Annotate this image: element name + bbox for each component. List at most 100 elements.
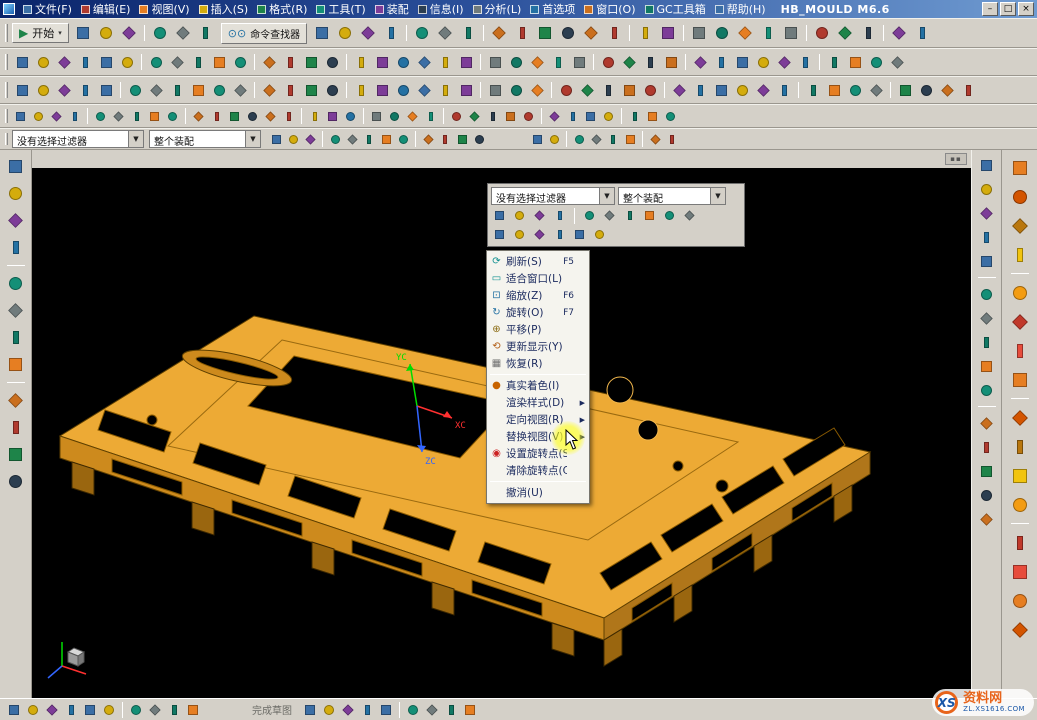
toolbar-icon[interactable] — [280, 52, 300, 72]
toolbar-icon[interactable] — [619, 52, 639, 72]
floating-filter-dropdown[interactable]: 没有选择过滤器 ▼ — [491, 187, 615, 205]
toolbar-icon[interactable] — [54, 52, 74, 72]
toolbar-icon[interactable] — [1007, 559, 1032, 584]
toolbar-icon[interactable] — [358, 701, 376, 719]
toolbar-icon[interactable] — [546, 131, 562, 147]
toolbar-icon[interactable] — [414, 52, 434, 72]
toolbar-icon[interactable] — [437, 131, 453, 147]
toolbar-icon[interactable] — [435, 80, 455, 100]
toolbar-icon[interactable] — [531, 226, 548, 243]
toolbar-icon[interactable] — [372, 80, 392, 100]
toolbar-icon[interactable] — [711, 80, 731, 100]
toolbar-icon[interactable] — [54, 80, 74, 100]
toolbar-icon[interactable] — [977, 380, 997, 400]
toolbar-icon[interactable] — [327, 131, 343, 147]
toolbar-icon[interactable] — [834, 22, 856, 44]
toolbar-grip[interactable] — [5, 82, 8, 99]
toolbar-icon[interactable] — [30, 108, 47, 125]
toolbar-icon[interactable] — [780, 22, 802, 44]
toolbar-icon[interactable] — [548, 52, 568, 72]
toolbar-icon[interactable] — [4, 299, 27, 322]
toolbar-icon[interactable] — [491, 226, 508, 243]
toolbar-icon[interactable] — [845, 80, 865, 100]
selection-scope-dropdown[interactable]: 整个装配 ▼ — [149, 130, 261, 148]
menu-item-zoom[interactable]: ⊡缩放(Z)F6 — [487, 287, 589, 304]
chevron-down-icon[interactable]: ▼ — [710, 188, 725, 204]
toolbar-icon[interactable] — [280, 108, 297, 125]
close-button[interactable]: × — [1018, 2, 1034, 16]
toolbar-icon[interactable] — [117, 52, 137, 72]
toolbar-icon[interactable] — [423, 701, 441, 719]
toolbar-icon[interactable] — [127, 701, 145, 719]
toolbar-icon[interactable] — [661, 207, 678, 224]
toolbar-icon[interactable] — [866, 80, 886, 100]
start-button[interactable]: ▶ 开始 ▾ — [12, 23, 69, 43]
toolbar-icon[interactable] — [1007, 155, 1032, 180]
menu-item-true-shading[interactable]: ●真实着色(I) — [487, 377, 589, 394]
toolbar-icon[interactable] — [977, 437, 997, 457]
panel-handle[interactable]: ▪▪ — [945, 153, 967, 165]
toolbar-icon[interactable] — [600, 108, 617, 125]
toolbar-icon[interactable] — [184, 701, 202, 719]
toolbar-icon[interactable] — [4, 272, 27, 295]
toolbar-icon[interactable] — [977, 251, 997, 271]
toolbar-icon[interactable] — [259, 52, 279, 72]
toolbar-icon[interactable] — [448, 108, 465, 125]
toolbar-icon[interactable] — [598, 52, 618, 72]
toolbar-icon[interactable] — [484, 108, 501, 125]
toolbar-icon[interactable] — [4, 353, 27, 376]
toolbar-icon[interactable] — [502, 108, 519, 125]
toolbar-icon[interactable] — [977, 179, 997, 199]
toolbar-icon[interactable] — [454, 131, 470, 147]
toolbar-icon[interactable] — [301, 80, 321, 100]
minimize-button[interactable]: – — [982, 2, 998, 16]
toolbar-icon[interactable] — [165, 701, 183, 719]
toolbar-icon[interactable] — [577, 80, 597, 100]
toolbar-icon[interactable] — [456, 52, 476, 72]
toolbar-icon[interactable] — [711, 22, 733, 44]
toolbar-icon[interactable] — [857, 22, 879, 44]
toolbar-icon[interactable] — [977, 155, 997, 175]
toolbar-icon[interactable] — [262, 108, 279, 125]
toolbar-icon[interactable] — [4, 236, 27, 259]
toolbar-icon[interactable] — [259, 80, 279, 100]
toolbar-icon[interactable] — [527, 80, 547, 100]
toolbar-icon[interactable] — [546, 108, 563, 125]
toolbar-icon[interactable] — [146, 52, 166, 72]
chevron-down-icon[interactable]: ▼ — [128, 131, 143, 147]
menu-item-render-style[interactable]: 渲染样式(D)▶ — [487, 394, 589, 411]
toolbar-icon[interactable] — [128, 108, 145, 125]
toolbar-icon[interactable] — [33, 80, 53, 100]
toolbar-icon[interactable] — [1007, 367, 1032, 392]
toolbar-icon[interactable] — [757, 22, 779, 44]
toolbar-icon[interactable] — [866, 52, 886, 72]
toolbar-grip[interactable] — [5, 133, 8, 146]
toolbar-icon[interactable] — [411, 22, 433, 44]
toolbar-icon[interactable] — [280, 80, 300, 100]
toolbar-icon[interactable] — [146, 80, 166, 100]
menu-item-update-display[interactable]: ⟲更新显示(Y) — [487, 338, 589, 355]
toolbar-icon[interactable] — [378, 131, 394, 147]
toolbar-icon[interactable] — [393, 80, 413, 100]
menu-9[interactable]: 分析(L) — [469, 0, 526, 18]
menu-item-clear-rotate-point[interactable]: 清除旋转点(C) — [487, 462, 589, 479]
toolbar-icon[interactable] — [571, 131, 587, 147]
toolbar-icon[interactable] — [580, 22, 602, 44]
toolbar-icon[interactable] — [511, 207, 528, 224]
toolbar-icon[interactable] — [471, 131, 487, 147]
toolbar-icon[interactable] — [977, 203, 997, 223]
toolbar-grip[interactable] — [5, 24, 8, 42]
toolbar-icon[interactable] — [485, 52, 505, 72]
toolbar-icon[interactable] — [334, 22, 356, 44]
toolbar-icon[interactable] — [43, 701, 61, 719]
menu-item-fit-window[interactable]: ▭适合窗口(L) — [487, 270, 589, 287]
toolbar-icon[interactable] — [527, 52, 547, 72]
toolbar-icon[interactable] — [395, 131, 411, 147]
toolbar-icon[interactable] — [377, 701, 395, 719]
toolbar-icon[interactable] — [1007, 530, 1032, 555]
toolbar-icon[interactable] — [977, 308, 997, 328]
toolbar-icon[interactable] — [895, 80, 915, 100]
toolbar-icon[interactable] — [4, 443, 27, 466]
toolbar-icon[interactable] — [4, 209, 27, 232]
toolbar-icon[interactable] — [110, 108, 127, 125]
